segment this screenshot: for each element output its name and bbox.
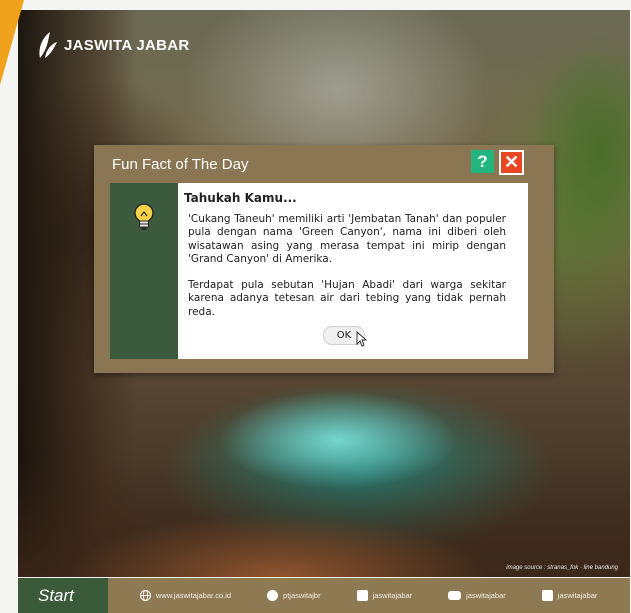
globe-icon — [140, 590, 151, 601]
twitter-text: ptjaswitajbr — [283, 591, 321, 600]
twitter-icon — [267, 590, 279, 601]
instagram-text: jaswitajabar — [372, 591, 413, 600]
dialog-side-panel — [110, 183, 178, 359]
website-text: www.jaswitajabar.co.id — [156, 591, 232, 600]
youtube-link[interactable]: jaswitajabar — [448, 591, 506, 600]
mouse-cursor-icon — [356, 331, 368, 347]
fact-heading: Tahukah Kamu... — [184, 191, 297, 205]
leaf-logo-icon — [39, 32, 57, 58]
fact-paragraph-2: Terdapat pula sebutan 'Hujan Abadi' dari… — [188, 279, 506, 318]
website-link[interactable]: www.jaswitajabar.co.id — [140, 590, 231, 601]
facebook-link[interactable]: jaswitajabar — [541, 590, 598, 601]
fun-fact-dialog: Fun Fact of The Day ? ✕ Tahukah Kamu... … — [94, 145, 554, 373]
youtube-text: jaswitajabar — [466, 591, 506, 600]
youtube-icon — [448, 591, 462, 600]
image-credit: image source : stranas_fok · line bandun… — [506, 565, 618, 571]
taskbar: Start www.jaswitajabar.co.id ptjaswitajb… — [18, 578, 630, 613]
orange-accent-shape — [0, 0, 24, 85]
help-button[interactable]: ? — [471, 150, 494, 173]
twitter-link[interactable]: ptjaswitajbr — [267, 590, 321, 601]
facebook-icon — [541, 590, 553, 601]
instagram-link[interactable]: jaswitajabar — [356, 590, 413, 601]
close-button[interactable]: ✕ — [499, 150, 524, 175]
lightbulb-icon — [134, 203, 154, 230]
brand-name: JASWITA JABAR — [64, 36, 190, 54]
background-rocks — [18, 457, 630, 577]
instagram-icon — [356, 590, 368, 601]
start-button[interactable]: Start — [18, 578, 108, 613]
close-icon: ✕ — [503, 152, 520, 172]
brand-logo: JASWITA JABAR — [36, 30, 190, 60]
dialog-title: Fun Fact of The Day — [112, 156, 249, 173]
dialog-content: Tahukah Kamu... 'Cukang Taneuh' memiliki… — [178, 183, 528, 359]
fact-paragraph-1: 'Cukang Taneuh' memiliki arti 'Jembatan … — [188, 213, 506, 265]
facebook-text: jaswitajabar — [557, 591, 598, 600]
